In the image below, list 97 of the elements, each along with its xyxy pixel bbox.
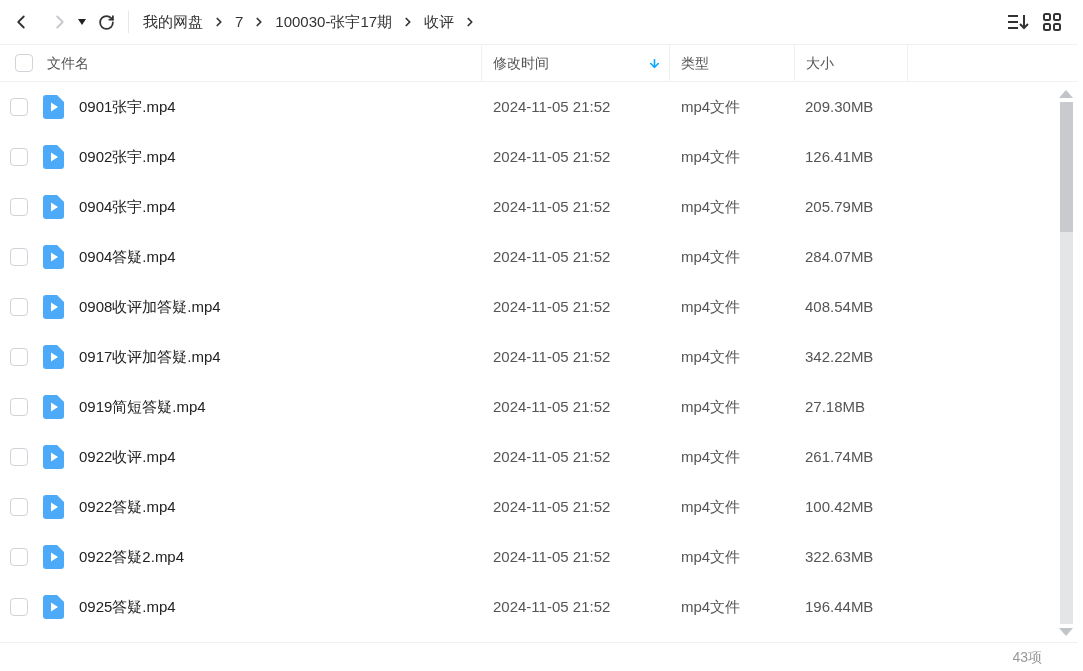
file-row[interactable]: 0925答疑.mp4 2024-11-05 21:52 mp4文件 196.44MB: [0, 582, 1056, 632]
file-type: mp4文件: [680, 96, 742, 117]
file-row[interactable]: 0917收评加答疑.mp4 2024-11-05 21:52 mp4文件 342.22MB: [0, 332, 1056, 382]
checkbox[interactable]: [10, 448, 28, 466]
video-file-icon: [43, 495, 64, 519]
checkbox[interactable]: [10, 98, 28, 116]
file-row[interactable]: 0902张宇.mp4 2024-11-05 21:52 mp4文件 126.41MB: [0, 132, 1056, 182]
file-size: 209.30MB: [804, 96, 875, 117]
checkbox[interactable]: [10, 298, 28, 316]
scroll-up-arrow-icon[interactable]: [1059, 90, 1073, 98]
file-name: 0925答疑.mp4: [79, 596, 176, 617]
modified-time: 2024-11-05 21:52: [492, 546, 612, 567]
checkbox[interactable]: [10, 598, 28, 616]
file-row[interactable]: 0922收评.mp4 2024-11-05 21:52 mp4文件 261.74MB: [0, 432, 1056, 482]
file-size: 100.42MB: [804, 496, 875, 517]
breadcrumb-link[interactable]: 我的网盘: [143, 10, 203, 34]
column-header[interactable]: 类型: [670, 45, 795, 81]
video-file-icon: [43, 145, 64, 169]
scroll-down-arrow-icon[interactable]: [1059, 628, 1073, 636]
video-file-icon: [43, 295, 64, 319]
checkbox[interactable]: [15, 54, 33, 72]
checkbox[interactable]: [10, 498, 28, 516]
grid-view-icon[interactable]: [1043, 13, 1061, 31]
checkbox[interactable]: [10, 348, 28, 366]
column-label: 类型: [681, 53, 709, 73]
file-name: 0908收评加答疑.mp4: [79, 296, 221, 317]
file-name: 0901张宇.mp4: [79, 96, 176, 117]
column-label: 大小: [806, 53, 834, 73]
checkbox[interactable]: [10, 548, 28, 566]
file-row[interactable]: 0904张宇.mp4 2024-11-05 21:52 mp4文件 205.79MB: [0, 182, 1056, 232]
modified-time: 2024-11-05 21:52: [492, 296, 612, 317]
file-row[interactable]: 0922答疑2.mp4 2024-11-05 21:52 mp4文件 322.63MB: [0, 532, 1056, 582]
modified-time: 2024-11-05 21:52: [492, 446, 612, 467]
sort-list-icon[interactable]: [1007, 14, 1029, 30]
column-label: 修改时间: [493, 53, 549, 73]
video-file-icon: [43, 95, 64, 119]
file-size: 342.22MB: [804, 346, 875, 367]
video-file-icon: [43, 395, 64, 419]
modified-time: 2024-11-05 21:52: [492, 596, 612, 617]
modified-time: 2024-11-05 21:52: [492, 96, 612, 117]
file-size: 261.74MB: [804, 446, 875, 467]
file-size: 27.18MB: [804, 396, 867, 417]
file-size: 205.79MB: [804, 196, 875, 217]
file-name: 0904答疑.mp4: [79, 246, 176, 267]
refresh-button[interactable]: [96, 12, 116, 32]
file-size: 284.07MB: [804, 246, 875, 267]
file-type: mp4文件: [680, 246, 742, 267]
file-name: 0922收评.mp4: [79, 446, 176, 467]
file-type: mp4文件: [680, 496, 742, 517]
modified-time: 2024-11-05 21:52: [492, 396, 612, 417]
file-size: 196.44MB: [804, 596, 875, 617]
checkbox[interactable]: [10, 198, 28, 216]
file-name: 0922答疑2.mp4: [79, 546, 185, 567]
file-name: 0917收评加答疑.mp4: [79, 346, 221, 367]
scrollbar-thumb[interactable]: [1059, 102, 1073, 232]
file-type: mp4文件: [680, 346, 742, 367]
file-size: 408.54MB: [804, 296, 875, 317]
file-row[interactable]: 0904答疑.mp4 2024-11-05 21:52 mp4文件 284.07MB: [0, 232, 1056, 282]
breadcrumb-link[interactable]: 收评: [424, 10, 455, 34]
video-file-icon: [43, 245, 64, 269]
file-row[interactable]: 0908收评加答疑.mp4 2024-11-05 21:52 mp4文件 408.54MB: [0, 282, 1056, 332]
file-type: mp4文件: [680, 146, 742, 167]
file-row[interactable]: 0919简短答疑.mp4 2024-11-05 21:52 mp4文件 27.18MB: [0, 382, 1056, 432]
video-file-icon: [43, 595, 64, 619]
column-header[interactable]: 修改时间: [482, 45, 670, 81]
modified-time: 2024-11-05 21:52: [492, 246, 612, 267]
file-name: 0919简短答疑.mp4: [79, 396, 206, 417]
file-row[interactable]: 0922答疑.mp4 2024-11-05 21:52 mp4文件 100.42MB: [0, 482, 1056, 532]
checkbox[interactable]: [10, 398, 28, 416]
modified-time: 2024-11-05 21:52: [492, 346, 612, 367]
modified-time: 2024-11-05 21:52: [492, 196, 612, 217]
breadcrumb-link[interactable]: 7: [235, 10, 244, 34]
file-name: 0922答疑.mp4: [79, 496, 176, 517]
column-header[interactable]: 大小: [795, 45, 908, 81]
file-type: mp4文件: [680, 596, 742, 617]
item-count: 43项: [1012, 647, 1042, 667]
file-size: 126.41MB: [804, 146, 875, 167]
file-type: mp4文件: [680, 546, 742, 567]
column-header[interactable]: 文件名: [0, 45, 482, 81]
column-label: 文件名: [47, 53, 89, 73]
modified-time: 2024-11-05 21:52: [492, 496, 612, 517]
file-row[interactable]: 0901张宇.mp4 2024-11-05 21:52 mp4文件 209.30MB: [0, 82, 1056, 132]
file-type: mp4文件: [680, 196, 742, 217]
video-file-icon: [43, 195, 64, 219]
file-type: mp4文件: [680, 296, 742, 317]
modified-time: 2024-11-05 21:52: [492, 146, 612, 167]
file-type: mp4文件: [680, 446, 742, 467]
breadcrumb-link[interactable]: 100030-张宇17期: [275, 10, 393, 34]
video-file-icon: [43, 545, 64, 569]
file-type: mp4文件: [680, 396, 742, 417]
checkbox[interactable]: [10, 248, 28, 266]
checkbox[interactable]: [10, 148, 28, 166]
file-name: 0902张宇.mp4: [79, 146, 176, 167]
video-file-icon: [43, 445, 64, 469]
file-name: 0904张宇.mp4: [79, 196, 176, 217]
video-file-icon: [43, 345, 64, 369]
file-size: 322.63MB: [804, 546, 875, 567]
